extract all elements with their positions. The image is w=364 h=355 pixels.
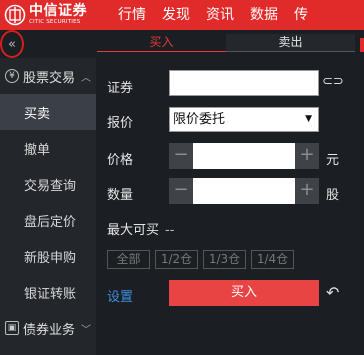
chevron-up-icon: ︿	[81, 72, 92, 84]
sidebar-group-label: 股票交易	[23, 70, 76, 86]
double-chevron-left-icon: «	[8, 36, 16, 52]
ratio-third-button[interactable]: 1/3仓	[203, 250, 246, 269]
sidebar-group-bond[interactable]: ▣ 债券业务 ﹀	[0, 310, 96, 346]
sidebar-item-bank-transfer[interactable]: 银证转账	[0, 274, 96, 310]
reset-icon[interactable]: ↶	[326, 283, 339, 302]
price-increase-button[interactable]: +	[295, 143, 319, 169]
sidebar-group-label: 债券业务	[23, 322, 76, 338]
yen-icon: ¥	[5, 69, 19, 83]
chevron-down-icon: ﹀	[81, 324, 92, 336]
quantity-input[interactable]	[193, 178, 295, 204]
nav-news[interactable]: 资讯	[206, 0, 234, 30]
sidebar-item-cancel-order[interactable]: 撤单	[0, 130, 96, 166]
security-label: 证券	[107, 81, 134, 96]
brand-name-cn: 中信证券	[29, 3, 87, 20]
trade-panel: 买入 卖出 证券 ⊂⊃ 报价 限价委托 ▼ 价格 − + 元 数量 − + 股 …	[97, 30, 364, 355]
ratio-quarter-button[interactable]: 1/4仓	[251, 250, 294, 269]
tab-sell[interactable]: 卖出	[226, 34, 355, 52]
citic-logo-icon	[4, 4, 26, 26]
sidebar-item-buy-sell[interactable]: 买卖	[0, 94, 96, 130]
panel-edge-marker	[360, 38, 364, 52]
nav-data[interactable]: 数据	[250, 0, 278, 30]
quantity-label: 数量	[107, 188, 134, 203]
ratio-all-button[interactable]: 全部	[107, 250, 150, 269]
quantity-stepper: − +	[169, 178, 319, 204]
sidebar-group-stock-trading[interactable]: ¥ 股票交易 ︿	[0, 58, 96, 94]
tab-buy[interactable]: 买入	[97, 34, 226, 52]
price-decrease-button[interactable]: −	[169, 143, 193, 169]
price-unit: 元	[326, 153, 340, 168]
nav-discover[interactable]: 发现	[162, 0, 190, 30]
nav-market[interactable]: 行情	[118, 0, 146, 30]
swap-icon[interactable]: ⊂⊃	[322, 74, 344, 89]
quantity-unit: 股	[326, 188, 340, 203]
price-stepper: − +	[169, 143, 319, 169]
trade-tabs: 买入 卖出	[97, 34, 355, 52]
sidebar: ¥ 股票交易 ︿ 买卖 撤单 交易查询 盘后定价 新股申购 银证转账 ▣ 债券业…	[0, 58, 96, 355]
quantity-decrease-button[interactable]: −	[169, 178, 193, 204]
sidebar-item-after-hours-pricing[interactable]: 盘后定价	[0, 202, 96, 238]
ratio-half-button[interactable]: 1/2仓	[155, 250, 198, 269]
nav-more[interactable]: 传	[294, 0, 308, 30]
security-input[interactable]	[169, 70, 319, 96]
settings-link[interactable]: 设置	[107, 286, 133, 305]
sidebar-item-trade-query[interactable]: 交易查询	[0, 166, 96, 202]
price-input[interactable]	[193, 143, 295, 169]
brand-logo[interactable]: 中信证券 CITIC SECURITIES	[4, 3, 87, 27]
max-buyable: 最大可买 --	[107, 219, 174, 238]
position-ratio-buttons: 全部 1/2仓 1/3仓 1/4仓	[107, 250, 299, 269]
quote-label: 报价	[107, 116, 134, 131]
max-buyable-label: 最大可买	[107, 223, 160, 238]
brand-name-en: CITIC SECURITIES	[29, 19, 81, 26]
bond-icon: ▣	[5, 321, 19, 335]
quote-type-value: 限价委托	[173, 112, 226, 127]
main-nav: 行情 发现 资讯 数据 传	[118, 0, 324, 30]
submit-buy-button[interactable]: 买入	[169, 280, 319, 306]
quantity-increase-button[interactable]: +	[295, 178, 319, 204]
top-bar: 中信证券 CITIC SECURITIES 行情 发现 资讯 数据 传	[0, 0, 364, 30]
price-label: 价格	[107, 153, 134, 168]
sidebar-collapse-button[interactable]: «	[0, 30, 24, 58]
sidebar-item-ipo-subscription[interactable]: 新股申购	[0, 238, 96, 274]
max-buyable-value: --	[165, 223, 175, 238]
quote-type-select[interactable]: 限价委托 ▼	[169, 107, 319, 132]
caret-down-icon: ▼	[305, 114, 312, 124]
